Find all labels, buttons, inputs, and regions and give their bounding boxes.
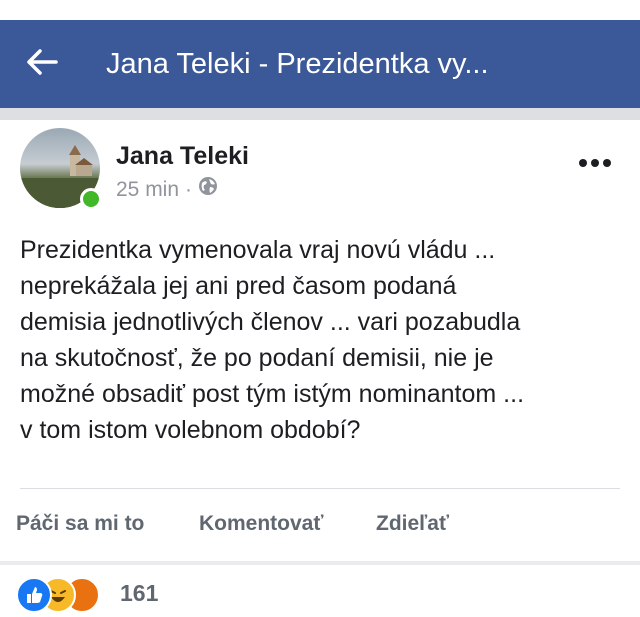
like-reaction-icon bbox=[16, 577, 52, 613]
arrow-left-icon bbox=[26, 48, 58, 80]
post-text: Prezidentka vymenovala vraj novú vládu .… bbox=[20, 232, 620, 448]
meta-separator: · bbox=[185, 177, 193, 201]
status-bar bbox=[0, 0, 640, 20]
post-text-line: možné obsadiť post tým istým nominantom … bbox=[20, 380, 525, 408]
reactions-summary[interactable]: 161 bbox=[16, 577, 316, 617]
online-status-indicator bbox=[80, 188, 102, 210]
post-meta: 25 min · bbox=[116, 176, 218, 203]
globe-icon bbox=[198, 176, 218, 203]
avatar[interactable] bbox=[20, 128, 102, 210]
post-text-line: v tom istom volebnom období? bbox=[20, 416, 361, 444]
author-name[interactable]: Jana Teleki bbox=[116, 140, 249, 172]
post-timestamp[interactable]: 25 min bbox=[116, 177, 179, 203]
more-options-button[interactable] bbox=[576, 148, 616, 178]
like-button[interactable]: Páči sa mi to bbox=[16, 509, 144, 539]
share-button[interactable]: Zdieľať bbox=[376, 509, 449, 539]
section-divider bbox=[0, 108, 640, 120]
post-card: Jana Teleki 25 min · Prezidentka vymenov… bbox=[0, 120, 640, 613]
back-button[interactable] bbox=[22, 44, 62, 84]
section-divider bbox=[0, 561, 640, 565]
post-text-line: na skutočnosť, že po podaní demisii, nie… bbox=[20, 344, 494, 372]
reactions-count[interactable]: 161 bbox=[120, 577, 158, 609]
post-text-line: Prezidentka vymenovala vraj novú vládu .… bbox=[20, 236, 496, 264]
post-text-line: neprekážala jej ani pred časom podaná bbox=[20, 272, 457, 300]
page-title: Jana Teleki - Prezidentka vy... bbox=[106, 48, 489, 80]
more-horizontal-icon bbox=[576, 159, 616, 182]
top-navigation-bar: Jana Teleki - Prezidentka vy... bbox=[0, 20, 640, 108]
post-actions: Páči sa mi to Komentovať Zdieľať bbox=[0, 489, 640, 561]
comment-button[interactable]: Komentovať bbox=[199, 509, 323, 539]
post-text-line: demisia jednotlivých členov ... vari poz… bbox=[20, 308, 521, 336]
